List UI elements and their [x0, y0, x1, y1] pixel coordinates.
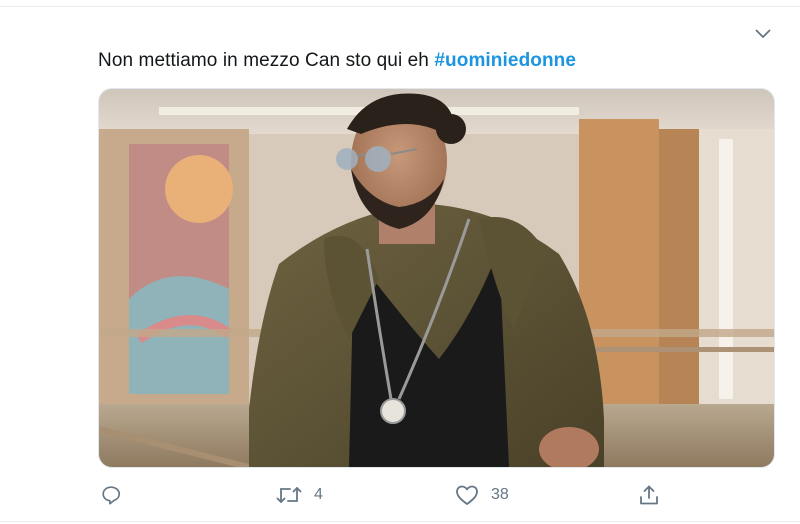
tweet-actions: 4 38: [0, 482, 800, 508]
tweet-card[interactable]: Non mettiamo in mezzo Can sto qui eh #uo…: [0, 0, 800, 524]
retweet-button[interactable]: 4: [276, 482, 323, 508]
reply-button[interactable]: [100, 482, 122, 508]
tweet-top-divider: [0, 6, 800, 7]
hashtag-link[interactable]: #uominiedonne: [434, 50, 576, 71]
photo-image: [99, 89, 774, 467]
retweet-icon: [276, 487, 302, 503]
chevron-down-icon: [755, 29, 771, 38]
share-button[interactable]: [638, 482, 660, 508]
heart-icon: [456, 485, 478, 505]
tweet-bottom-divider: [0, 521, 800, 522]
reply-icon: [102, 486, 121, 505]
tweet-photo[interactable]: [98, 88, 775, 468]
tweet-menu-button[interactable]: [750, 24, 776, 44]
tweet-body-text: Non mettiamo in mezzo Can sto qui eh: [98, 50, 435, 71]
like-button[interactable]: 38: [455, 482, 509, 508]
share-icon: [640, 485, 658, 505]
like-count: 38: [491, 486, 509, 503]
retweet-count: 4: [314, 486, 323, 503]
tweet-text: Non mettiamo in mezzo Can sto qui eh #uo…: [98, 50, 576, 72]
